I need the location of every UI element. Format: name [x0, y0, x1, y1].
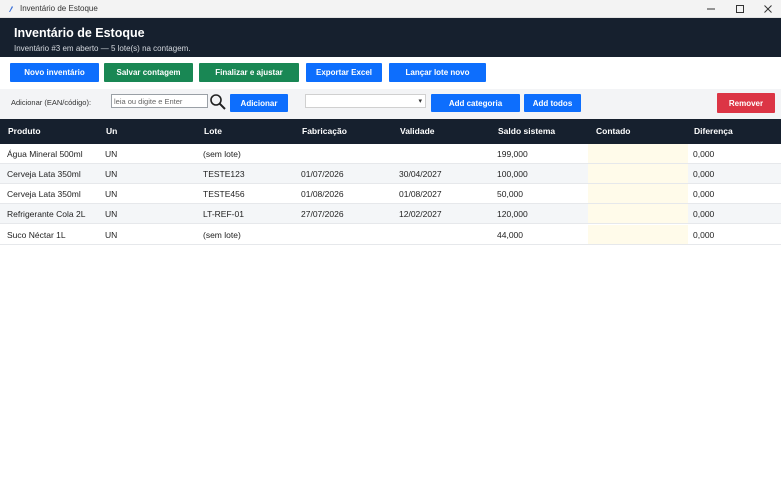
- column-header-validade[interactable]: Validade: [400, 126, 435, 136]
- table-row[interactable]: Água Mineral 500ml UN (sem lote) 199,000…: [0, 144, 781, 164]
- cell-lote: TESTE456: [203, 189, 245, 199]
- cell-diferenca: 0,000: [693, 209, 715, 219]
- lancar-lote-novo-button[interactable]: Lançar lote novo: [389, 63, 486, 82]
- minimize-icon: [707, 8, 715, 10]
- page-header: Inventário de Estoque Inventário #3 em a…: [0, 18, 781, 57]
- page-subtitle: Inventário #3 em aberto — 5 lote(s) na c…: [14, 44, 191, 53]
- cell-produto: Suco Néctar 1L: [7, 230, 66, 240]
- cell-lote: LT-REF-01: [203, 209, 244, 219]
- column-header-saldo-sistema[interactable]: Saldo sistema: [498, 126, 555, 136]
- remover-button[interactable]: Remover: [717, 93, 775, 113]
- category-select[interactable]: ▾: [305, 94, 426, 108]
- column-header-contado[interactable]: Contado: [596, 126, 630, 136]
- app-icon: [9, 6, 13, 12]
- contado-cell[interactable]: [588, 204, 688, 223]
- cell-un: UN: [105, 149, 118, 159]
- add-categoria-button[interactable]: Add categoria: [431, 94, 520, 112]
- cell-produto: Refrigerante Cola 2L: [7, 209, 86, 219]
- cell-saldo: 100,000: [497, 169, 528, 179]
- cell-lote: (sem lote): [203, 230, 241, 240]
- table-row[interactable]: Cerveja Lata 350ml UN TESTE123 01/07/202…: [0, 164, 781, 184]
- finalizar-ajustar-button[interactable]: Finalizar e ajustar: [199, 63, 299, 82]
- cell-diferenca: 0,000: [693, 189, 715, 199]
- cell-saldo: 120,000: [497, 209, 528, 219]
- cell-produto: Cerveja Lata 350ml: [7, 189, 81, 199]
- cell-saldo: 50,000: [497, 189, 523, 199]
- table-row[interactable]: Cerveja Lata 350ml UN TESTE456 01/08/202…: [0, 184, 781, 204]
- chevron-down-icon: ▾: [418, 98, 422, 105]
- close-icon: [764, 5, 772, 13]
- table-header: Produto Un Lote Fabricação Validade Sald…: [0, 119, 781, 144]
- contado-cell[interactable]: [588, 225, 688, 244]
- cell-saldo: 199,000: [497, 149, 528, 159]
- cell-fabricacao: 01/08/2026: [301, 189, 344, 199]
- table-row[interactable]: Suco Néctar 1L UN (sem lote) 44,000 0,00…: [0, 225, 781, 245]
- novo-inventario-button[interactable]: Novo inventário: [10, 63, 99, 82]
- cell-fabricacao: 01/07/2026: [301, 169, 344, 179]
- column-header-lote[interactable]: Lote: [204, 126, 222, 136]
- cell-fabricacao: 27/07/2026: [301, 209, 344, 219]
- exportar-excel-button[interactable]: Exportar Excel: [306, 63, 382, 82]
- cell-un: UN: [105, 230, 118, 240]
- cell-un: UN: [105, 209, 118, 219]
- contado-cell[interactable]: [588, 184, 688, 203]
- close-button[interactable]: [754, 0, 781, 18]
- table-row[interactable]: Refrigerante Cola 2L UN LT-REF-01 27/07/…: [0, 204, 781, 224]
- add-ean-label: Adicionar (EAN/código):: [11, 98, 92, 107]
- window-titlebar: Inventário de Estoque: [0, 0, 781, 18]
- contado-cell[interactable]: [588, 144, 688, 163]
- contado-cell[interactable]: [588, 164, 688, 183]
- column-header-produto[interactable]: Produto: [8, 126, 41, 136]
- window-title: Inventário de Estoque: [20, 4, 98, 13]
- cell-validade: 12/02/2027: [399, 209, 442, 219]
- cell-diferenca: 0,000: [693, 230, 715, 240]
- maximize-button[interactable]: [726, 0, 754, 18]
- search-icon[interactable]: [209, 93, 227, 111]
- adicionar-button[interactable]: Adicionar: [230, 94, 288, 112]
- cell-lote: TESTE123: [203, 169, 245, 179]
- maximize-icon: [736, 5, 744, 13]
- cell-saldo: 44,000: [497, 230, 523, 240]
- cell-diferenca: 0,000: [693, 149, 715, 159]
- cell-produto: Cerveja Lata 350ml: [7, 169, 81, 179]
- minimize-button[interactable]: [697, 0, 725, 18]
- cell-validade: 01/08/2027: [399, 189, 442, 199]
- cell-un: UN: [105, 189, 118, 199]
- cell-un: UN: [105, 169, 118, 179]
- add-todos-button[interactable]: Add todos: [524, 94, 581, 112]
- column-header-un[interactable]: Un: [106, 126, 117, 136]
- cell-diferenca: 0,000: [693, 169, 715, 179]
- column-header-fabricacao[interactable]: Fabricação: [302, 126, 347, 136]
- cell-validade: 30/04/2027: [399, 169, 442, 179]
- column-header-diferenca[interactable]: Diferença: [694, 126, 733, 136]
- page-title: Inventário de Estoque: [14, 26, 145, 40]
- cell-lote: (sem lote): [203, 149, 241, 159]
- cell-produto: Água Mineral 500ml: [7, 149, 83, 159]
- ean-input[interactable]: [111, 94, 208, 108]
- salvar-contagem-button[interactable]: Salvar contagem: [104, 63, 193, 82]
